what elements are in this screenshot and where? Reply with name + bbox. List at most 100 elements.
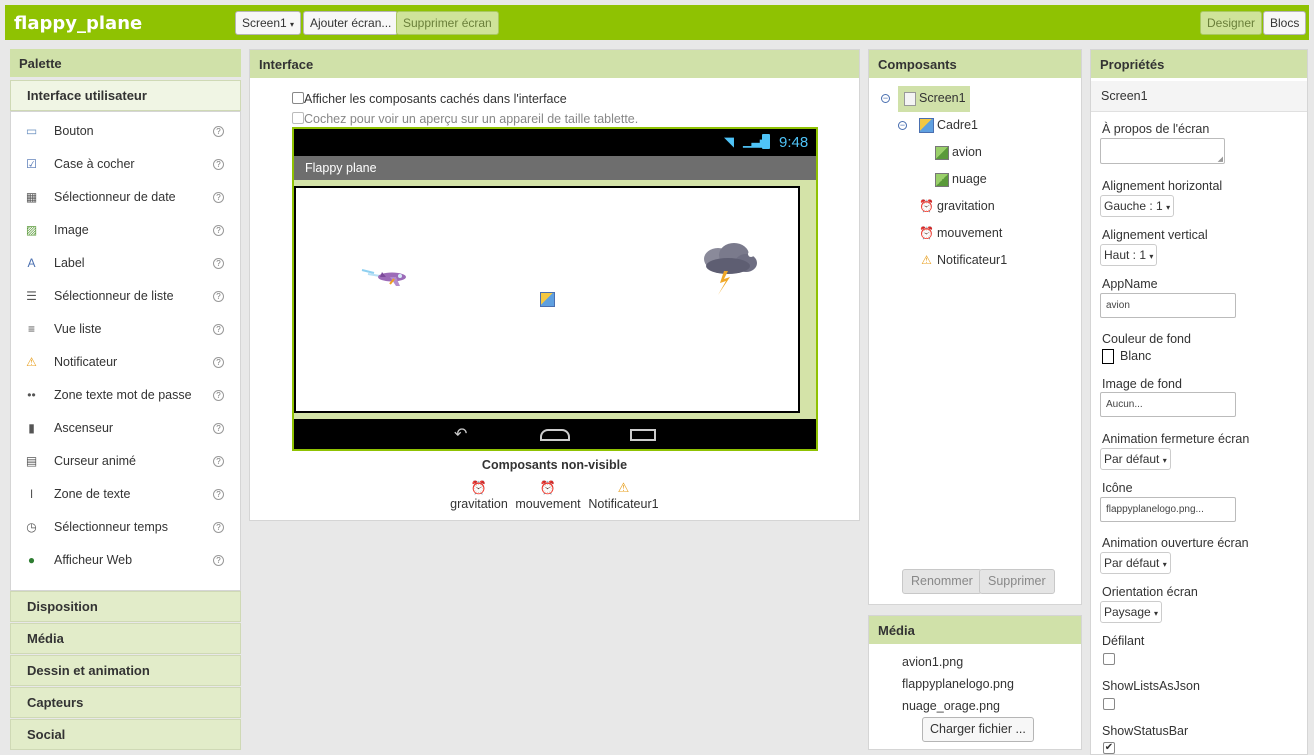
close-anim-value: Par défaut [1104,452,1160,466]
palette-item[interactable]: ▨ Image? [11,214,239,247]
palette-category-layout[interactable]: Disposition [10,591,241,622]
spinner-icon: ▤ [25,454,38,468]
canvas-cadre1[interactable] [294,186,800,413]
tree-node-mouvement[interactable]: ⏰ mouvement [919,226,1002,241]
help-icon[interactable]: ? [213,225,224,236]
screen-select[interactable]: Screen1 ▾ [235,11,302,35]
delete-button[interactable]: Supprimer [979,569,1055,594]
tree-node-nuage[interactable]: nuage [935,172,987,187]
tree-node-screen1[interactable]: Screen1 [904,91,966,106]
palette-item[interactable]: ▮ Ascenseur? [11,412,239,445]
palette-category-ui[interactable]: Interface utilisateur [10,80,241,111]
orientation-label: Orientation écran [1102,585,1198,599]
tree-node-notificateur1[interactable]: ⚠ Notificateur1 [919,253,1007,268]
media-file[interactable]: avion1.png [902,655,963,669]
orientation-dropdown[interactable]: Paysage ▾ [1100,601,1163,623]
palette-item[interactable]: I Zone de texte? [11,478,239,511]
icon-input[interactable]: flappyplanelogo.png... [1100,497,1236,522]
h-align-dropdown[interactable]: Gauche : 1 ▾ [1100,195,1175,217]
open-anim-label: Animation ouverture écran [1102,536,1249,550]
close-anim-dropdown[interactable]: Par défaut ▾ [1100,448,1171,470]
tree-node-gravitation[interactable]: ⏰ gravitation [919,199,995,214]
rename-button[interactable]: Renommer [902,569,982,594]
bg-image-input[interactable]: Aucun... [1100,392,1236,417]
non-visible-mouvement[interactable]: ⏰ mouvement [514,480,582,511]
help-icon[interactable]: ? [213,324,224,335]
palette-item-label: Sélectionneur de liste [54,289,174,303]
add-screen-button[interactable]: Ajouter écran... [303,11,399,35]
plane-image[interactable] [360,264,412,288]
about-screen-label: À propos de l'écran [1102,122,1210,136]
about-screen-textarea[interactable]: ◢ [1100,138,1225,164]
non-visible-gravitation[interactable]: ⏰ gravitation [450,480,508,511]
bg-image-label: Image de fond [1102,377,1182,391]
help-icon[interactable]: ? [213,126,224,137]
appname-input[interactable]: avion [1100,293,1236,318]
upload-file-button[interactable]: Charger fichier ... [922,717,1034,742]
appname-label: AppName [1102,277,1158,291]
tree-node-avion[interactable]: avion [935,145,982,160]
warning-icon: ⚠ [921,253,932,268]
clock-icon: ⏰ [919,226,934,241]
screen-icon [904,91,916,106]
show-hidden-option[interactable]: Afficher les composants cachés dans l'in… [292,91,567,106]
collapse-toggle-screen1[interactable]: − [881,94,890,103]
non-visible-label: Notificateur1 [588,497,659,511]
palette-item[interactable]: ▦ Sélectionneur de date? [11,181,239,214]
help-icon[interactable]: ? [213,159,224,170]
palette-item[interactable]: A Label? [11,247,239,280]
chevron-down-icon: ▾ [1162,456,1167,465]
help-icon[interactable]: ? [213,192,224,203]
palette-category-media[interactable]: Média [10,623,241,654]
bg-color-picker[interactable]: Blanc [1102,349,1151,365]
palette-item[interactable]: ⚠ Notificateur? [11,346,239,379]
help-icon[interactable]: ? [213,522,224,533]
cloud-image[interactable] [698,241,760,297]
chevron-down-icon: ▾ [1162,560,1167,569]
media-file[interactable]: flappyplanelogo.png [902,677,1014,691]
chevron-down-icon: ▾ [1154,609,1159,618]
palette-item[interactable]: ☰ Sélectionneur de liste? [11,280,239,313]
palette-item[interactable]: ▭ Bouton? [11,115,239,148]
designer-button[interactable]: Designer [1200,11,1263,35]
palette-category-sensors[interactable]: Capteurs [10,687,241,718]
showlists-checkbox[interactable] [1103,698,1115,710]
palette-item-label: Bouton [54,124,94,138]
palette-item[interactable]: ◷ Sélectionneur temps? [11,511,239,544]
help-icon[interactable]: ? [213,291,224,302]
v-align-dropdown[interactable]: Haut : 1 ▾ [1100,244,1158,266]
open-anim-dropdown[interactable]: Par défaut ▾ [1100,552,1171,574]
palette-category-drawing[interactable]: Dessin et animation [10,655,241,686]
collapse-toggle-cadre1[interactable]: − [898,121,907,130]
palette-item-label: Zone de texte [54,487,131,501]
palette-title: Palette [10,49,241,77]
remove-screen-button[interactable]: Supprimer écran [396,11,499,35]
wifi-icon: ◥ [724,134,734,149]
scrollable-checkbox[interactable] [1103,653,1115,665]
media-file[interactable]: nuage_orage.png [902,699,1000,713]
non-visible-notifier[interactable]: ⚠ Notificateur1 [587,480,660,511]
palette-category-social[interactable]: Social [10,719,241,750]
phone-title-bar: Flappy plane [294,156,816,180]
palette-item-label: Image [54,223,89,237]
help-icon[interactable]: ? [213,489,224,500]
palette-item[interactable]: •• Zone texte mot de passe? [11,379,239,412]
palette-item[interactable]: ● Afficheur Web? [11,544,239,577]
help-icon[interactable]: ? [213,555,224,566]
project-title: flappy_plane [14,13,143,34]
palette-item[interactable]: ≡ Vue liste? [11,313,239,346]
palette-item[interactable]: ▤ Curseur animé? [11,445,239,478]
help-icon[interactable]: ? [213,423,224,434]
statusbar-checkbox[interactable]: ✔ [1103,742,1115,754]
palette-item[interactable]: ☑ Case à cocher? [11,148,239,181]
blocks-button[interactable]: Blocs [1263,11,1307,35]
open-anim-value: Par défaut [1104,556,1160,570]
show-hidden-checkbox[interactable] [292,92,304,104]
help-icon[interactable]: ? [213,456,224,467]
help-icon[interactable]: ? [213,258,224,269]
help-icon[interactable]: ? [213,390,224,401]
tree-node-cadre1[interactable]: Cadre1 [919,118,978,134]
help-icon[interactable]: ? [213,357,224,368]
tablet-preview-option[interactable]: Cochez pour voir un aperçu sur un appare… [292,111,638,126]
tablet-preview-checkbox[interactable] [292,112,304,124]
